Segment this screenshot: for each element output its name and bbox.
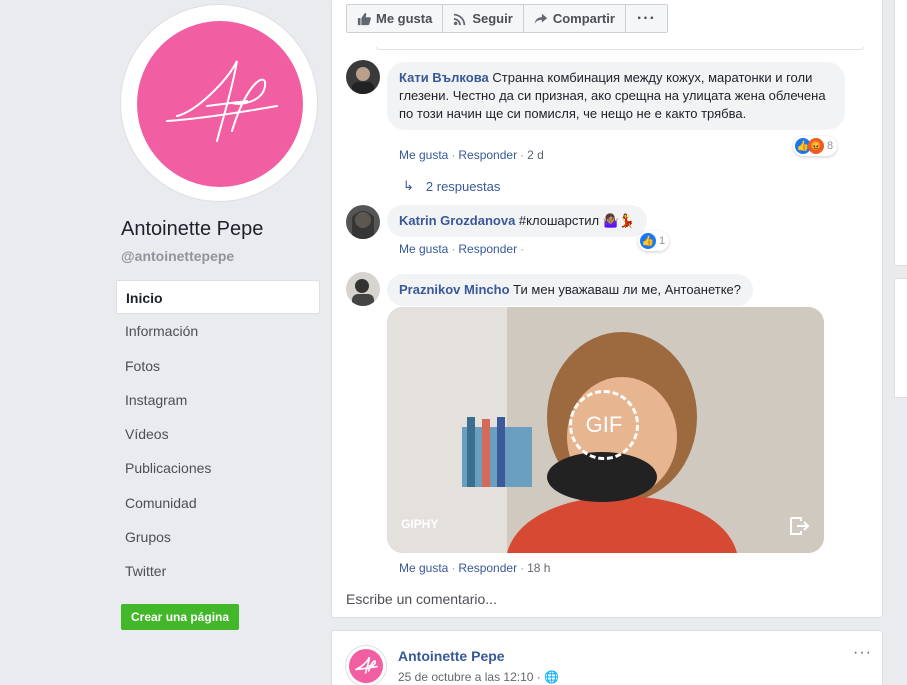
more-options-button[interactable]: ··· xyxy=(625,4,668,33)
like-reaction-icon: 👍 xyxy=(640,233,656,249)
avatar[interactable] xyxy=(346,205,380,239)
follow-button-label: Seguir xyxy=(472,11,513,26)
comment-meta: Me gusta · Responder · xyxy=(399,242,525,256)
avatar[interactable] xyxy=(346,60,380,94)
nav-item-publicaciones[interactable]: Publicaciones xyxy=(116,451,320,485)
comment-text: Ти мен уважаваш ли ме, Антоанетке? xyxy=(513,282,741,297)
post-action-bar: Me gusta Seguir Compartir ··· xyxy=(346,4,668,33)
comment-meta: Me gusta · Responder · 2 d xyxy=(399,148,544,162)
like-button-label: Me gusta xyxy=(376,11,433,26)
comment-like-link[interactable]: Me gusta xyxy=(399,561,448,575)
comment-bubble: Praznikov Mincho Ти мен уважаваш ли ме, … xyxy=(387,274,753,306)
comment-time[interactable]: 2 d xyxy=(527,148,544,162)
avatar[interactable] xyxy=(345,645,387,685)
angry-reaction-icon: 😡 xyxy=(808,138,824,154)
gif-play-badge[interactable]: GIF xyxy=(569,390,639,460)
post-author[interactable]: Antoinette Pepe xyxy=(398,648,505,664)
reply-arrow-icon: ↳ xyxy=(403,178,414,193)
post-timestamp[interactable]: 25 de octubre a las 12:10 · 🌐 xyxy=(398,670,559,684)
comment-author[interactable]: Praznikov Mincho xyxy=(399,282,510,297)
nav-item-twitter[interactable]: Twitter xyxy=(116,554,320,588)
like-button[interactable]: Me gusta xyxy=(346,4,444,33)
comment-bubble: Katrin Grozdanova #клошарстил 🤷🏽‍♀️💃 xyxy=(387,205,648,237)
page-handle[interactable]: @antoinettepepe xyxy=(121,248,234,264)
page-name[interactable]: Antoinette Pepe xyxy=(121,218,263,241)
avatar[interactable] xyxy=(346,272,380,306)
right-sidebar-card xyxy=(894,278,907,398)
post-more-button[interactable]: ··· xyxy=(853,644,872,662)
divider xyxy=(376,47,864,50)
reaction-count: 1 xyxy=(659,235,666,247)
thumbs-up-icon xyxy=(357,12,371,25)
reaction-summary[interactable]: 👍 😡 8 xyxy=(793,136,838,156)
reaction-count: 8 xyxy=(827,140,834,152)
comment-like-link[interactable]: Me gusta xyxy=(399,148,448,162)
comment-bubble: Кати Вълкова Странна комбинация между ко… xyxy=(387,62,845,130)
share-button-label: Compartir xyxy=(552,11,615,26)
comment-reply-link[interactable]: Responder xyxy=(458,148,517,162)
view-replies-link[interactable]: ↳ 2 respuestas xyxy=(403,178,500,194)
ap-logo xyxy=(349,649,383,683)
write-comment-input[interactable]: Escribe un comentario... xyxy=(346,591,497,607)
globe-icon: 🌐 xyxy=(544,670,560,684)
nav-item-instagram[interactable]: Instagram xyxy=(116,383,320,417)
comment-meta: Me gusta · Responder · 18 h xyxy=(399,561,551,575)
nav-item-inicio[interactable]: Inicio xyxy=(116,280,320,315)
giphy-label: GIPHY xyxy=(401,517,439,531)
comment-text: #клошарстил 🤷🏽‍♀️💃 xyxy=(518,213,636,228)
post-time-text: 25 de octubre a las 12:10 · xyxy=(398,670,541,684)
right-sidebar-card xyxy=(894,0,907,266)
follow-button[interactable]: Seguir xyxy=(443,4,524,33)
comment-author[interactable]: Кати Вълкова xyxy=(399,70,489,85)
comment-author[interactable]: Katrin Grozdanova xyxy=(399,213,515,228)
nav-item-informacion[interactable]: Información xyxy=(116,314,320,348)
external-link-icon[interactable] xyxy=(788,515,810,537)
profile-picture[interactable] xyxy=(120,4,318,202)
nav-item-grupos[interactable]: Grupos xyxy=(116,520,320,554)
comment-time[interactable]: 18 h xyxy=(527,561,550,575)
share-arrow-icon xyxy=(534,13,547,24)
nav-item-comunidad[interactable]: Comunidad xyxy=(116,486,320,520)
gif-attachment[interactable]: GIF GIPHY xyxy=(387,307,824,553)
nav-item-fotos[interactable]: Fotos xyxy=(116,349,320,383)
create-page-button[interactable]: Crear una página xyxy=(121,604,240,630)
replies-label: 2 respuestas xyxy=(425,178,501,194)
share-button[interactable]: Compartir xyxy=(523,4,626,33)
comment-reply-link[interactable]: Responder xyxy=(458,561,517,575)
rss-icon xyxy=(454,13,466,25)
nav-item-videos[interactable]: Vídeos xyxy=(116,417,320,451)
comment-reply-link[interactable]: Responder xyxy=(458,242,517,256)
reaction-summary[interactable]: 👍 1 xyxy=(638,231,670,251)
comment-like-link[interactable]: Me gusta xyxy=(399,242,448,256)
ap-logo xyxy=(137,21,303,187)
page-nav: Inicio Información Fotos Instagram Vídeo… xyxy=(116,280,320,589)
